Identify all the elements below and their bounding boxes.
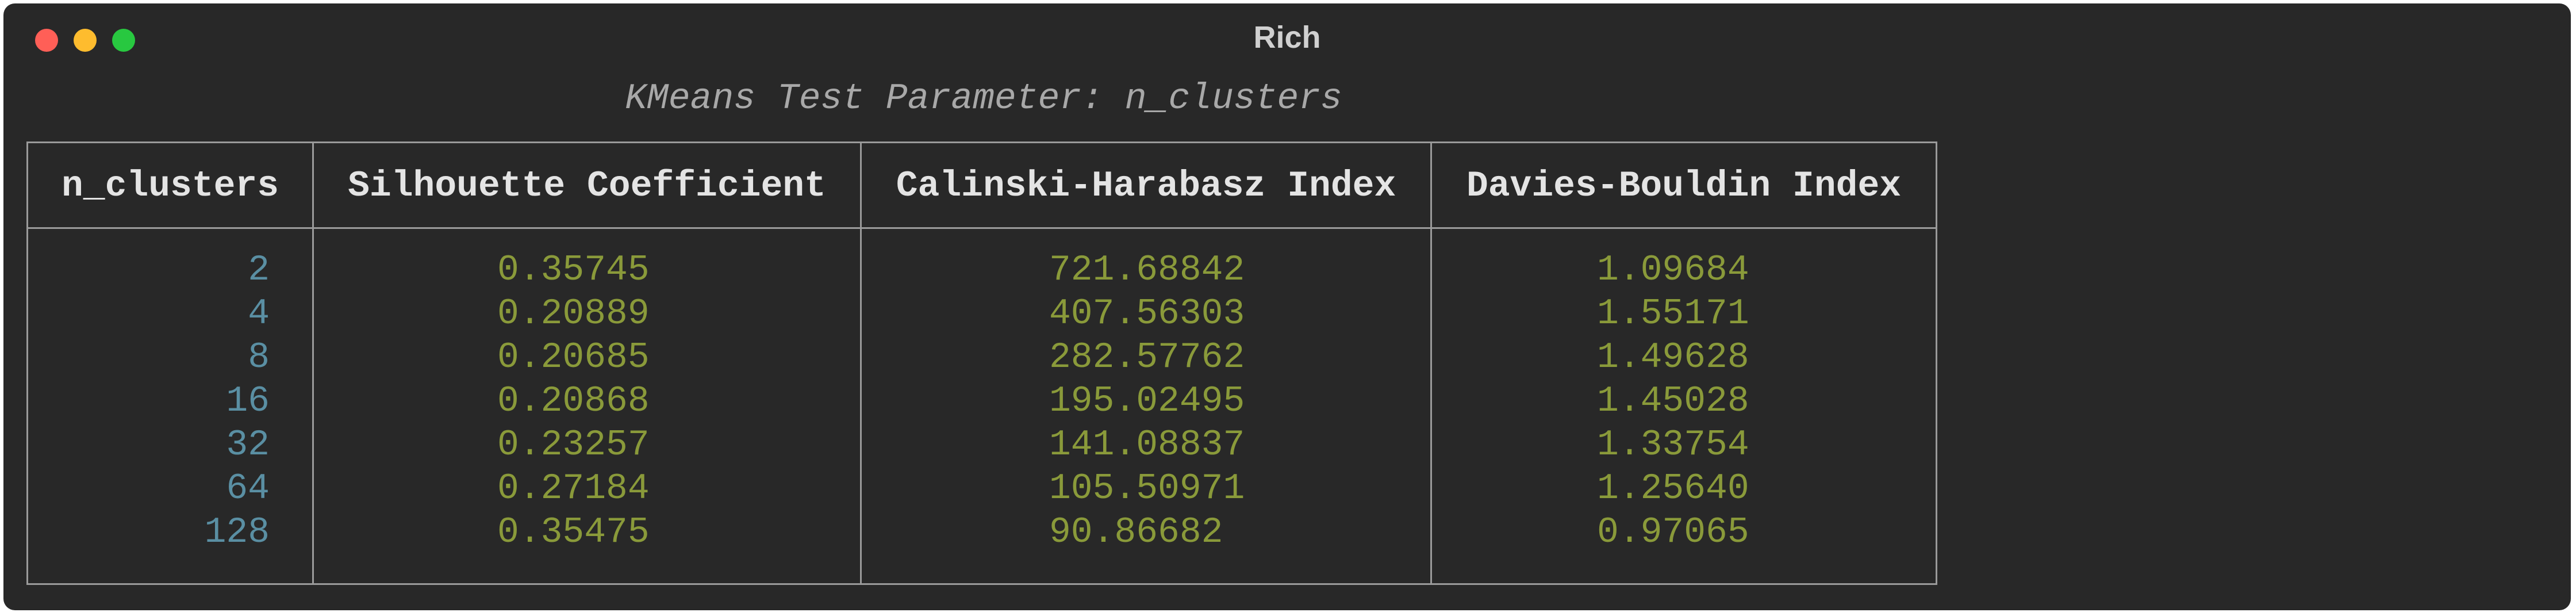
table-cell-davies: 1.55171	[1597, 293, 1749, 334]
table-cell-davies: 1.49628	[1597, 337, 1749, 378]
table-cell-calinski: 141.08837	[1049, 424, 1245, 465]
column-divider	[860, 143, 862, 583]
table-cell-n-clusters: 64	[226, 468, 270, 509]
table-cell-silhouette: 0.35745	[497, 250, 650, 290]
header-davies: Davies-Bouldin Index	[1466, 166, 1902, 206]
table-cell-n-clusters: 8	[248, 337, 270, 378]
table-cell-davies: 0.97065	[1597, 512, 1749, 553]
table-cell-davies: 1.45028	[1597, 381, 1749, 422]
table-cell-davies: 1.33754	[1597, 424, 1749, 465]
results-table: n_clusters Silhouette Coefficient Calins…	[26, 141, 1937, 585]
table-cell-silhouette: 0.20868	[497, 381, 650, 422]
title-bar: Rich	[3, 3, 2571, 72]
window-title: Rich	[1253, 20, 1321, 55]
table-cell-calinski: 407.56303	[1049, 293, 1245, 334]
table-caption: KMeans Test Parameter: n_clusters	[625, 78, 1342, 119]
table-cell-calinski: 721.68842	[1049, 250, 1245, 290]
table-cell-n-clusters: 128	[204, 512, 270, 553]
table-cell-n-clusters: 16	[226, 381, 270, 422]
table-cell-n-clusters: 32	[226, 424, 270, 465]
table-cell-calinski: 282.57762	[1049, 337, 1245, 378]
table-cell-silhouette: 0.23257	[497, 424, 650, 465]
terminal-window: Rich KMeans Test Parameter: n_clusters n…	[3, 3, 2571, 610]
table-cell-silhouette: 0.35475	[497, 512, 650, 553]
table-cell-davies: 1.25640	[1597, 468, 1749, 509]
table-cell-silhouette: 0.20685	[497, 337, 650, 378]
table-cell-n-clusters: 4	[248, 293, 270, 334]
table-cell-davies: 1.09684	[1597, 250, 1749, 290]
table-cell-calinski: 90.86682	[1049, 512, 1223, 553]
column-divider	[312, 143, 314, 583]
header-silhouette: Silhouette Coefficient	[348, 166, 826, 206]
header-divider	[28, 227, 1936, 229]
header-n-clusters: n_clusters	[61, 166, 279, 206]
table-cell-calinski: 195.02495	[1049, 381, 1245, 422]
table-cell-silhouette: 0.20889	[497, 293, 650, 334]
table-cell-calinski: 105.50971	[1049, 468, 1245, 509]
table-cell-n-clusters: 2	[248, 250, 270, 290]
header-calinski: Calinski-Harabasz Index	[896, 166, 1396, 206]
column-divider	[1430, 143, 1432, 583]
table-cell-silhouette: 0.27184	[497, 468, 650, 509]
